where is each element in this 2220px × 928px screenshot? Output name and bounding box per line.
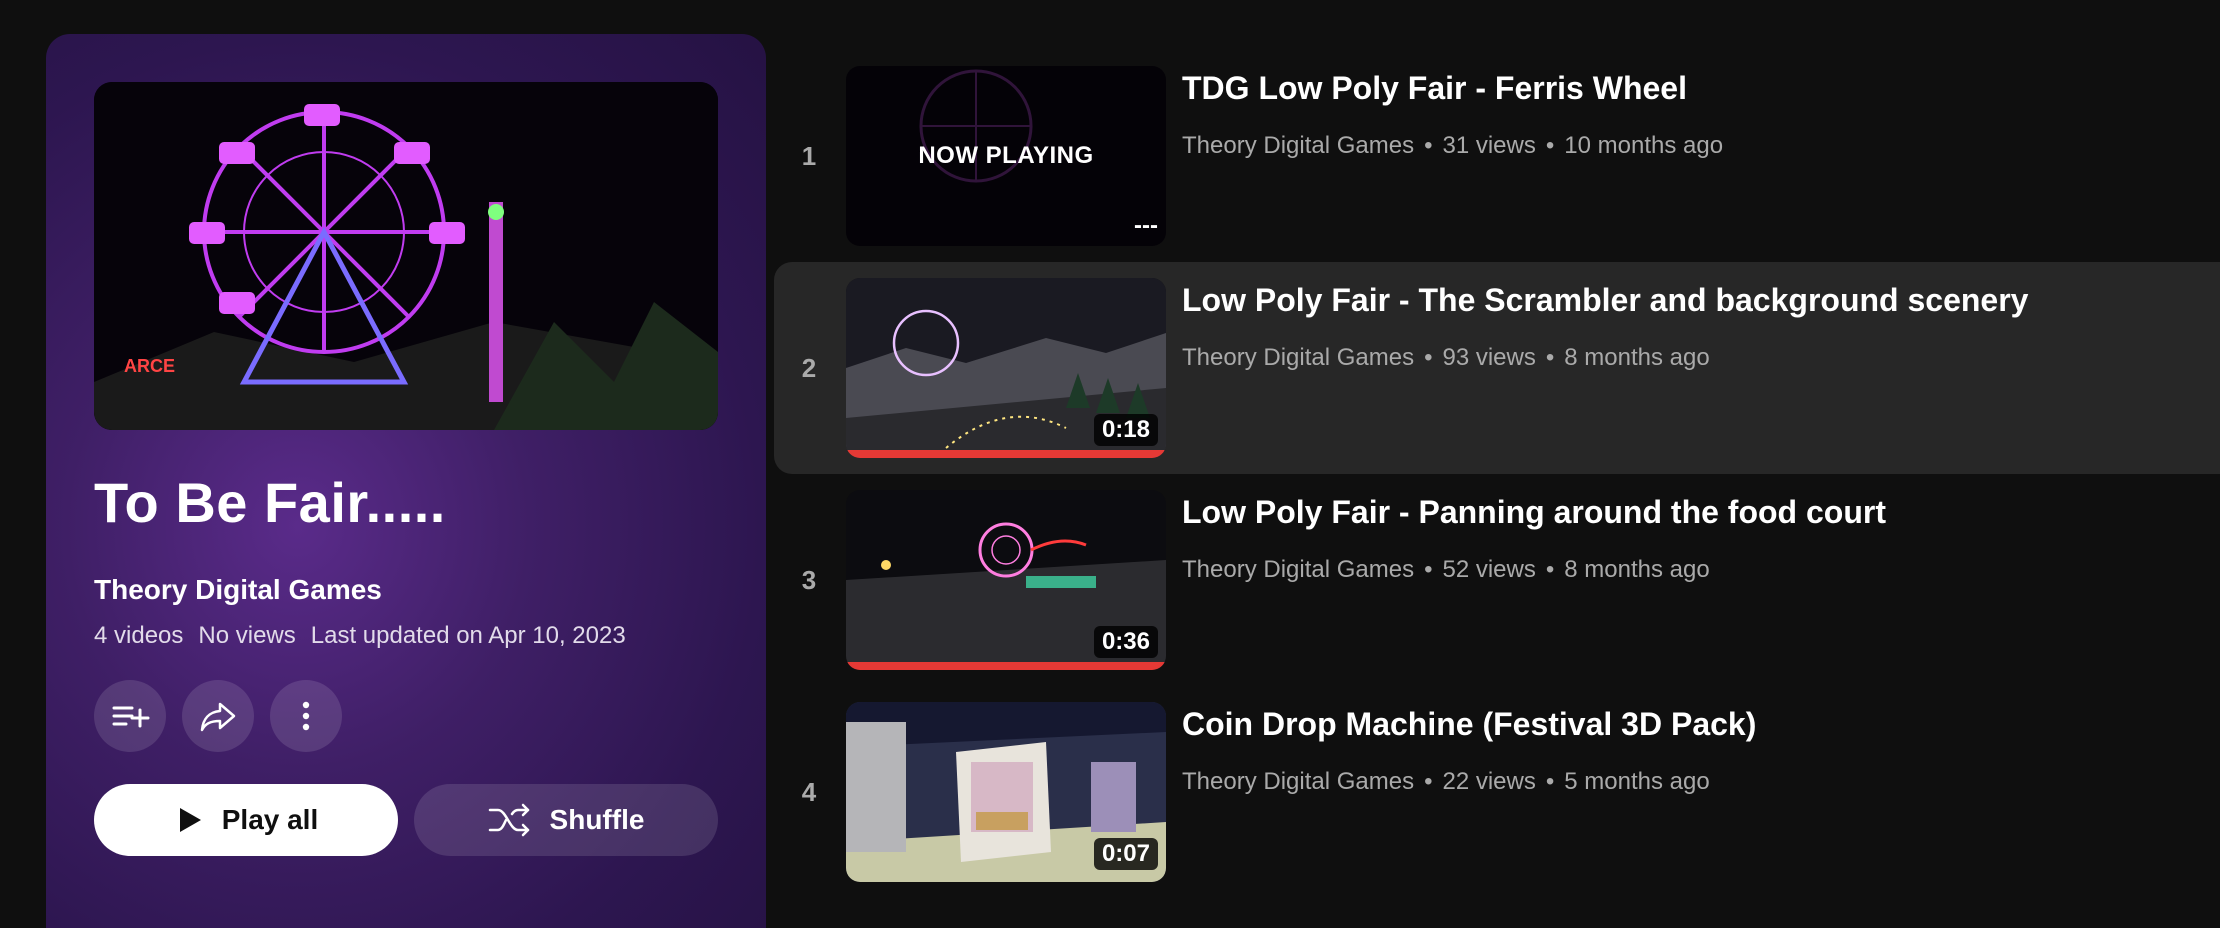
video-views: 93 views <box>1442 344 1536 371</box>
video-channel[interactable]: Theory Digital Games <box>1182 344 1414 372</box>
playlist-header-panel: ARCE To Be Fair..... Theory Digital Game… <box>46 34 766 928</box>
video-index: 1 <box>801 140 817 171</box>
playlist-title: To Be Fair..... <box>94 471 446 534</box>
watch-progress-bar <box>846 450 1166 458</box>
video-duration: --- <box>1134 212 1158 239</box>
shuffle-label: Shuffle <box>549 804 645 835</box>
video-age: 8 months ago <box>1564 344 1710 371</box>
share-icon <box>200 702 236 732</box>
meta-separator: • <box>1545 556 1555 583</box>
video-duration: 0:07 <box>1093 838 1158 870</box>
meta-separator: • <box>1424 556 1433 583</box>
playlist-owner[interactable]: Theory Digital Games <box>94 574 382 606</box>
video-meta: Theory Digital Games • 31 views • 10 mon… <box>1182 132 1723 160</box>
video-index: 3 <box>801 564 817 595</box>
video-channel[interactable]: Theory Digital Games <box>1182 132 1414 160</box>
meta-separator: • <box>1545 132 1555 159</box>
video-channel[interactable]: Theory Digital Games <box>1182 556 1414 584</box>
video-age: 10 months ago <box>1564 132 1724 159</box>
video-index: 4 <box>801 776 817 807</box>
video-thumbnail-2[interactable]: 0:18 <box>846 278 1166 458</box>
video-title[interactable]: Low Poly Fair - Panning around the food … <box>1182 494 1886 531</box>
video-index: 2 <box>801 352 817 383</box>
video-age: 8 months ago <box>1564 556 1710 583</box>
video-row-1[interactable]: 1 NOW PLAYING --- TDG Low Poly Fair - Fe… <box>774 50 2220 262</box>
video-meta: Theory Digital Games • 93 views • 8 mont… <box>1182 344 1710 372</box>
svg-text:ARCE: ARCE <box>124 356 175 376</box>
shuffle-button[interactable]: Shuffle <box>414 784 718 856</box>
video-meta: Theory Digital Games • 52 views • 8 mont… <box>1182 556 1710 584</box>
video-age: 5 months ago <box>1564 768 1710 795</box>
meta-separator: • <box>1545 768 1555 795</box>
playlist-meta: 4 videos No views Last updated on Apr 10… <box>94 622 626 650</box>
video-title[interactable]: Coin Drop Machine (Festival 3D Pack) <box>1182 706 1756 743</box>
more-options-button[interactable] <box>270 680 342 752</box>
video-views: 31 views <box>1442 132 1536 159</box>
share-button[interactable] <box>182 680 254 752</box>
save-playlist-button[interactable] <box>94 680 166 752</box>
video-row-3[interactable]: 3 0:36 Low Poly Fair - Panning around th… <box>774 474 2220 686</box>
video-views: 22 views <box>1442 768 1536 795</box>
video-thumbnail-4[interactable]: 0:07 <box>846 702 1166 882</box>
video-row-2[interactable]: 2 0:18 Low Poly Fair - The Scrambler and… <box>774 262 2220 474</box>
video-thumbnail-1[interactable]: NOW PLAYING --- <box>846 66 1166 246</box>
play-icon <box>179 808 201 832</box>
more-options-icon <box>302 701 310 731</box>
video-views: 52 views <box>1442 556 1536 583</box>
meta-separator: • <box>1545 344 1555 371</box>
video-title[interactable]: TDG Low Poly Fair - Ferris Wheel <box>1182 70 1687 107</box>
video-duration: 0:18 <box>1093 414 1158 446</box>
video-channel[interactable]: Theory Digital Games <box>1182 768 1414 796</box>
playlist-cover-image[interactable]: ARCE <box>94 82 718 430</box>
meta-separator: • <box>1424 344 1433 371</box>
video-row-4[interactable]: 4 0:07 Coin Drop Machine (Festival 3D Pa… <box>774 686 2220 898</box>
last-updated: Last updated on Apr 10, 2023 <box>310 622 626 649</box>
video-meta: Theory Digital Games • 22 views • 5 mont… <box>1182 768 1710 796</box>
view-count: No views <box>198 622 296 649</box>
video-count: 4 videos <box>94 622 184 649</box>
watch-progress-bar <box>846 662 1166 670</box>
save-to-library-icon <box>112 706 150 728</box>
play-all-button[interactable]: Play all <box>94 784 398 856</box>
meta-separator: • <box>1424 132 1433 159</box>
now-playing-overlay: NOW PLAYING <box>846 66 1166 246</box>
video-title[interactable]: Low Poly Fair - The Scrambler and backgr… <box>1182 282 2028 319</box>
video-thumbnail-3[interactable]: 0:36 <box>846 490 1166 670</box>
play-all-label: Play all <box>221 804 319 835</box>
video-duration: 0:36 <box>1093 626 1158 658</box>
shuffle-icon <box>488 803 529 837</box>
meta-separator: • <box>1424 768 1433 795</box>
